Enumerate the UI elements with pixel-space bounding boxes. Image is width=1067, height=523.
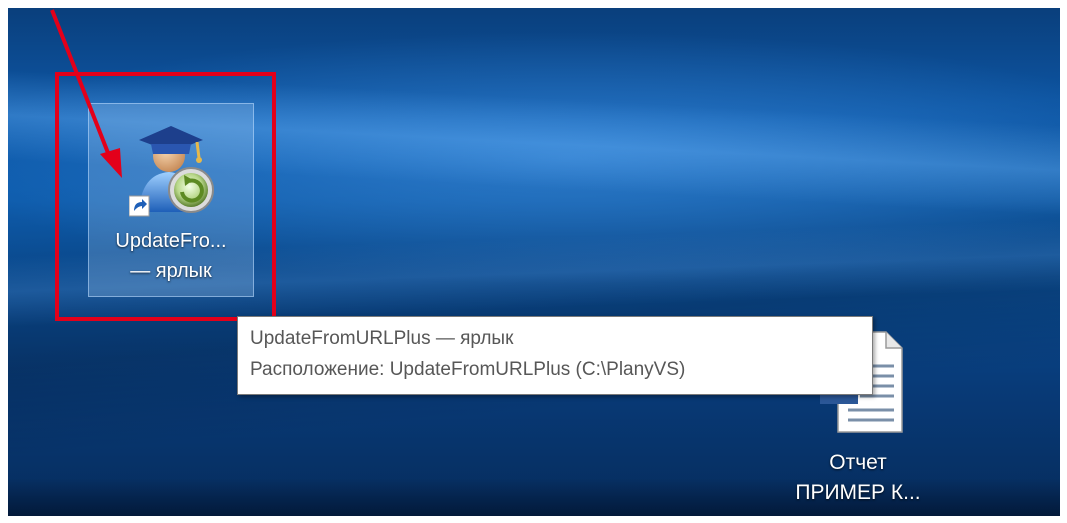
annotation-arrow-icon — [50, 9, 122, 178]
tooltip-title: UpdateFromURLPlus — ярлык — [250, 328, 514, 349]
shortcut-tooltip: UpdateFromURLPlus — ярлык Расположение: … — [237, 316, 873, 395]
tooltip-location: Расположение: UpdateFromURLPlus (C:\Plan… — [250, 359, 686, 380]
document-label-line2: ПРИМЕР К... — [795, 481, 921, 504]
desktop[interactable]: UpdateFro... — ярлык W Отчет ПРИМЕР К...… — [8, 8, 1060, 516]
document-label[interactable]: Отчет ПРИМЕР К... — [768, 448, 948, 508]
document-label-line1: Отчет — [829, 451, 887, 474]
